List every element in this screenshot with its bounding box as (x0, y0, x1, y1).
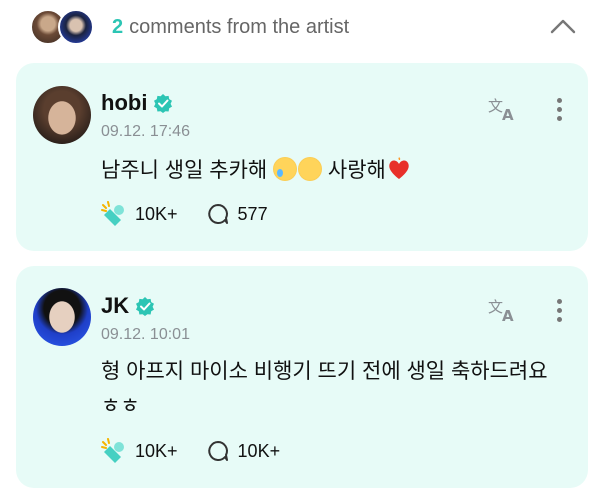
verified-icon (136, 297, 155, 316)
reply-button[interactable]: 577 (206, 202, 268, 226)
like-count: 10K+ (135, 440, 178, 461)
artist-avatar-stack (30, 9, 100, 47)
svg-text:文: 文 (488, 97, 503, 115)
comment-icon (207, 441, 228, 461)
chevron-up-icon[interactable] (548, 14, 578, 38)
reply-count: 10K+ (237, 440, 281, 461)
translate-icon[interactable]: 文 A (487, 296, 521, 324)
comment-text: 형 아프지 마이소 비행기 뜨기 전에 생일 축하드려요 ㅎㅎ (101, 360, 548, 418)
reply-button[interactable]: 10K+ (206, 439, 281, 463)
comment-count: 2 (112, 16, 124, 38)
cheer-icon (101, 201, 124, 226)
avatar (58, 9, 94, 45)
author-name[interactable]: hobi (101, 90, 173, 116)
translate-icon[interactable]: 文 A (487, 95, 521, 123)
comment-text: 남주니 생일 추카해 사랑해 (101, 153, 571, 188)
cheer-button[interactable]: 10K+ (101, 438, 178, 464)
more-icon[interactable] (552, 95, 566, 125)
author-name[interactable]: JK (101, 293, 155, 319)
crying-emoji-icon (273, 157, 298, 181)
salute-emoji-icon (298, 157, 323, 181)
cheer-icon (101, 438, 124, 463)
cheer-button[interactable]: 10K+ (101, 201, 178, 227)
header-label: comments from the artist (129, 16, 350, 38)
reply-count: 577 (237, 203, 268, 224)
svg-text:A: A (502, 106, 514, 123)
svg-text:A: A (502, 307, 514, 324)
comment-time: 09.12. 17:46 (101, 123, 190, 140)
artist-comments-header[interactable]: 2 comments from the artist (0, 0, 604, 58)
svg-text:文: 文 (488, 298, 503, 316)
avatar[interactable] (33, 288, 91, 346)
comment-stats: 10K+ 577 (101, 200, 296, 228)
avatar[interactable] (33, 86, 91, 144)
comment-stats: 10K+ 10K+ (101, 437, 308, 465)
heart-on-fire-emoji-icon (386, 157, 412, 181)
comment-icon (207, 204, 228, 224)
verified-icon (154, 94, 173, 113)
comment-card[interactable]: JK 09.12. 10:01 文 A 형 아프지 마이소 비행기 뜨기 전에 … (16, 266, 588, 488)
more-icon[interactable] (552, 296, 566, 326)
comment-card[interactable]: hobi 09.12. 17:46 文 A 남주니 생일 추카해 사랑해 10K… (16, 63, 588, 251)
header-title: 2 comments from the artist (112, 16, 349, 39)
like-count: 10K+ (135, 203, 178, 224)
comment-time: 09.12. 10:01 (101, 326, 190, 343)
